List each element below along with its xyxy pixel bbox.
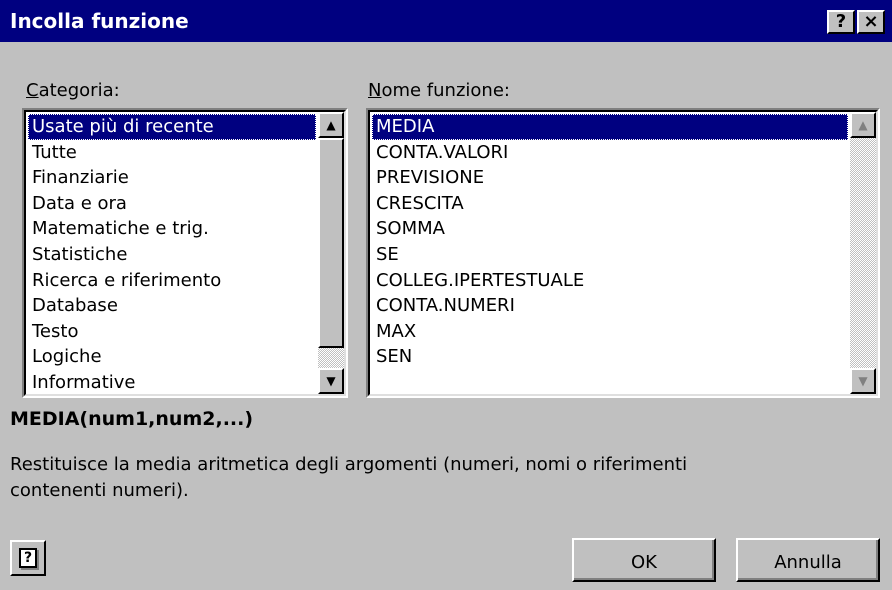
category-scroll-thumb[interactable] — [318, 138, 344, 348]
category-scrollbar[interactable]: ▲ ▼ — [318, 112, 344, 394]
category-item[interactable]: Data e ora — [28, 191, 316, 217]
function-item[interactable]: SE — [372, 242, 848, 268]
function-syntax: MEDIA(num1,num2,...) — [10, 408, 254, 430]
title-bar: Incolla funzione ? × — [0, 0, 892, 42]
category-item[interactable]: Tutte — [28, 140, 316, 166]
category-label: Categoria: — [26, 80, 120, 101]
category-listbox[interactable]: Usate più di recente Tutte Finanziarie Data… — [22, 108, 348, 398]
category-list: Usate più di recente Tutte Finanziarie Data… — [28, 114, 316, 394]
category-item[interactable]: Matematiche e trig. — [28, 216, 316, 242]
category-item[interactable]: Ricerca e riferimento — [28, 268, 316, 294]
function-item[interactable]: PREVISIONE — [372, 165, 848, 191]
function-item[interactable]: SEN — [372, 344, 848, 370]
function-item[interactable]: CONTA.VALORI — [372, 140, 848, 166]
category-item[interactable]: Logiche — [28, 344, 316, 370]
function-item[interactable]: MEDIA — [372, 114, 848, 140]
function-item[interactable]: COLLEG.IPERTESTUALE — [372, 268, 848, 294]
category-item[interactable]: Database — [28, 293, 316, 319]
function-scrollbar[interactable]: ▲ ▼ — [850, 112, 876, 394]
scroll-up-icon[interactable]: ▲ — [318, 112, 344, 138]
function-item[interactable]: SOMMA — [372, 216, 848, 242]
cancel-button-label: Annulla — [774, 552, 842, 573]
function-description: Restituisce la media aritmetica degli ar… — [10, 454, 688, 501]
function-list: MEDIA CONTA.VALORI PREVISIONE CRESCITA SOMMA… — [372, 114, 848, 370]
function-item[interactable]: MAX — [372, 319, 848, 345]
function-item[interactable]: CRESCITA — [372, 191, 848, 217]
window-title: Incolla funzione — [10, 9, 189, 33]
help-title-button[interactable]: ? — [827, 10, 855, 34]
category-item[interactable]: Statistiche — [28, 242, 316, 268]
ok-button-label: OK — [631, 552, 657, 573]
category-item[interactable]: Testo — [28, 319, 316, 345]
function-item[interactable]: CONTA.NUMERI — [372, 293, 848, 319]
scroll-up-icon[interactable]: ▲ — [850, 112, 876, 138]
ok-button[interactable]: OK — [572, 538, 716, 582]
office-assistant-button[interactable]: ? — [10, 540, 46, 576]
scroll-down-icon[interactable]: ▼ — [850, 368, 876, 394]
function-listbox[interactable]: MEDIA CONTA.VALORI PREVISIONE CRESCITA SOMMA… — [366, 108, 880, 398]
category-item[interactable]: Informative — [28, 370, 316, 394]
close-button[interactable]: × — [857, 10, 885, 34]
function-name-label: Nome funzione: — [368, 80, 510, 101]
scroll-down-icon[interactable]: ▼ — [318, 368, 344, 394]
category-item[interactable]: Finanziarie — [28, 165, 316, 191]
category-item[interactable]: Usate più di recente — [28, 114, 316, 140]
cancel-button[interactable]: Annulla — [736, 538, 880, 582]
help-question-icon: ? — [19, 548, 37, 568]
